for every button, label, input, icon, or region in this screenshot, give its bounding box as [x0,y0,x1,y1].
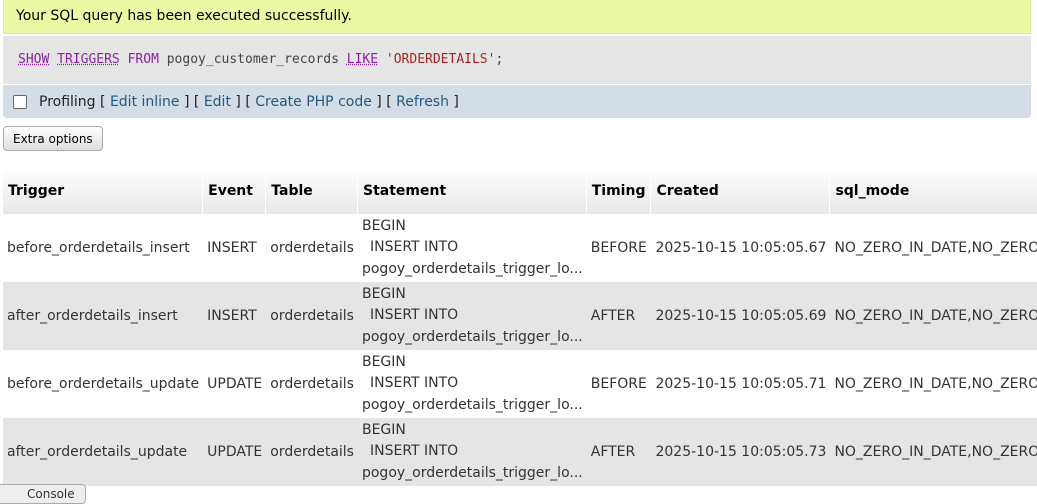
cell-event: UPDATE [203,350,267,418]
table-row[interactable]: before_orderdetails_update UPDATE orderd… [3,350,1037,418]
statement-line: pogoy_orderdetails_trigger_lo... [361,396,583,413]
create-php-code-link[interactable]: Create PHP code [255,94,372,110]
cell-created: 2025-10-15 10:05:05.67 [651,214,831,282]
results-table: Trigger Event Table Statement Timing Cre… [3,168,1037,486]
sql-keyword-show[interactable]: SHOW [18,52,49,67]
cell-timing: AFTER [586,282,652,350]
statement-line: BEGIN [361,421,406,438]
column-header-sql-mode[interactable]: sql_mode [830,168,1037,214]
cell-trigger: before_orderdetails_insert [3,214,204,282]
cell-created: 2025-10-15 10:05:05.73 [651,418,831,486]
table-header-row: Trigger Event Table Statement Timing Cre… [3,168,1037,214]
cell-statement: BEGIN INSERT INTO pogoy_orderdetails_tri… [357,282,587,350]
statement-line: pogoy_orderdetails_trigger_lo... [361,464,583,481]
cell-event: UPDATE [203,418,267,486]
extra-options-button[interactable]: Extra options [3,126,103,151]
cell-timing: BEFORE [586,350,652,418]
column-header-timing[interactable]: Timing [586,168,652,214]
sql-keyword-from: FROM [127,52,159,67]
statement-line: BEGIN [361,353,406,370]
statement-line: pogoy_orderdetails_trigger_lo... [361,260,583,277]
cell-sql-mode: NO_ZERO_IN_DATE,NO_ZERO_DATE [830,282,1037,350]
sql-pattern: 'ORDERDETAILS' [385,52,496,67]
cell-table: orderdetails [266,214,358,282]
statement-line: INSERT INTO [369,443,459,460]
column-header-statement[interactable]: Statement [357,168,587,214]
cell-created: 2025-10-15 10:05:05.69 [651,282,831,350]
cell-trigger: after_orderdetails_update [3,418,204,486]
table-row[interactable]: after_orderdetails_insert INSERT orderde… [3,282,1037,350]
profiling-checkbox[interactable] [13,94,27,109]
column-header-table[interactable]: Table [266,168,358,214]
cell-sql-mode: NO_ZERO_IN_DATE,NO_ZERO_DATE [830,214,1037,282]
sql-query-box[interactable]: SHOW TRIGGERS FROM pogoy_customer_record… [3,36,1031,84]
cell-sql-mode: NO_ZERO_IN_DATE,NO_ZERO_DATE [830,350,1037,418]
cell-created: 2025-10-15 10:05:05.71 [651,350,831,418]
cell-statement: BEGIN INSERT INTO pogoy_orderdetails_tri… [357,418,587,486]
console-button[interactable]: Console [0,484,86,504]
profiling-bar: Profiling [ Edit inline ] [ Edit ] [ Cre… [3,85,1031,118]
cell-trigger: after_orderdetails_insert [3,282,204,350]
cell-table: orderdetails [266,350,358,418]
column-header-created[interactable]: Created [651,168,831,214]
edit-link[interactable]: Edit [204,94,231,110]
sql-semicolon: ; [495,52,504,67]
sql-database-name: pogoy_customer_records [166,52,339,67]
statement-line: BEGIN [361,217,406,234]
cell-sql-mode: NO_ZERO_IN_DATE,NO_ZERO_DATE [830,418,1037,486]
cell-trigger: before_orderdetails_update [3,350,204,418]
statement-line: BEGIN [361,285,406,302]
cell-table: orderdetails [266,418,358,486]
cell-event: INSERT [203,214,267,282]
sql-keyword-like[interactable]: LIKE [347,52,378,67]
cell-table: orderdetails [266,282,358,350]
statement-line: INSERT INTO [369,375,459,392]
profiling-label: Profiling [39,93,96,110]
table-row[interactable]: after_orderdetails_update UPDATE orderde… [3,418,1037,486]
refresh-link[interactable]: Refresh [396,94,449,110]
cell-statement: BEGIN INSERT INTO pogoy_orderdetails_tri… [357,350,587,418]
statement-line: INSERT INTO [369,307,459,324]
table-row[interactable]: before_orderdetails_insert INSERT orderd… [3,214,1037,282]
edit-inline-link[interactable]: Edit inline [110,94,180,110]
cell-event: INSERT [203,282,267,350]
column-header-trigger[interactable]: Trigger [3,168,204,214]
column-header-event[interactable]: Event [203,168,267,214]
statement-line: pogoy_orderdetails_trigger_lo... [361,328,583,345]
success-message: Your SQL query has been executed success… [3,0,1031,34]
statement-line: INSERT INTO [369,239,459,256]
cell-statement: BEGIN INSERT INTO pogoy_orderdetails_tri… [357,214,587,282]
sql-keyword-triggers[interactable]: TRIGGERS [57,52,120,67]
cell-timing: BEFORE [586,214,652,282]
cell-timing: AFTER [586,418,652,486]
